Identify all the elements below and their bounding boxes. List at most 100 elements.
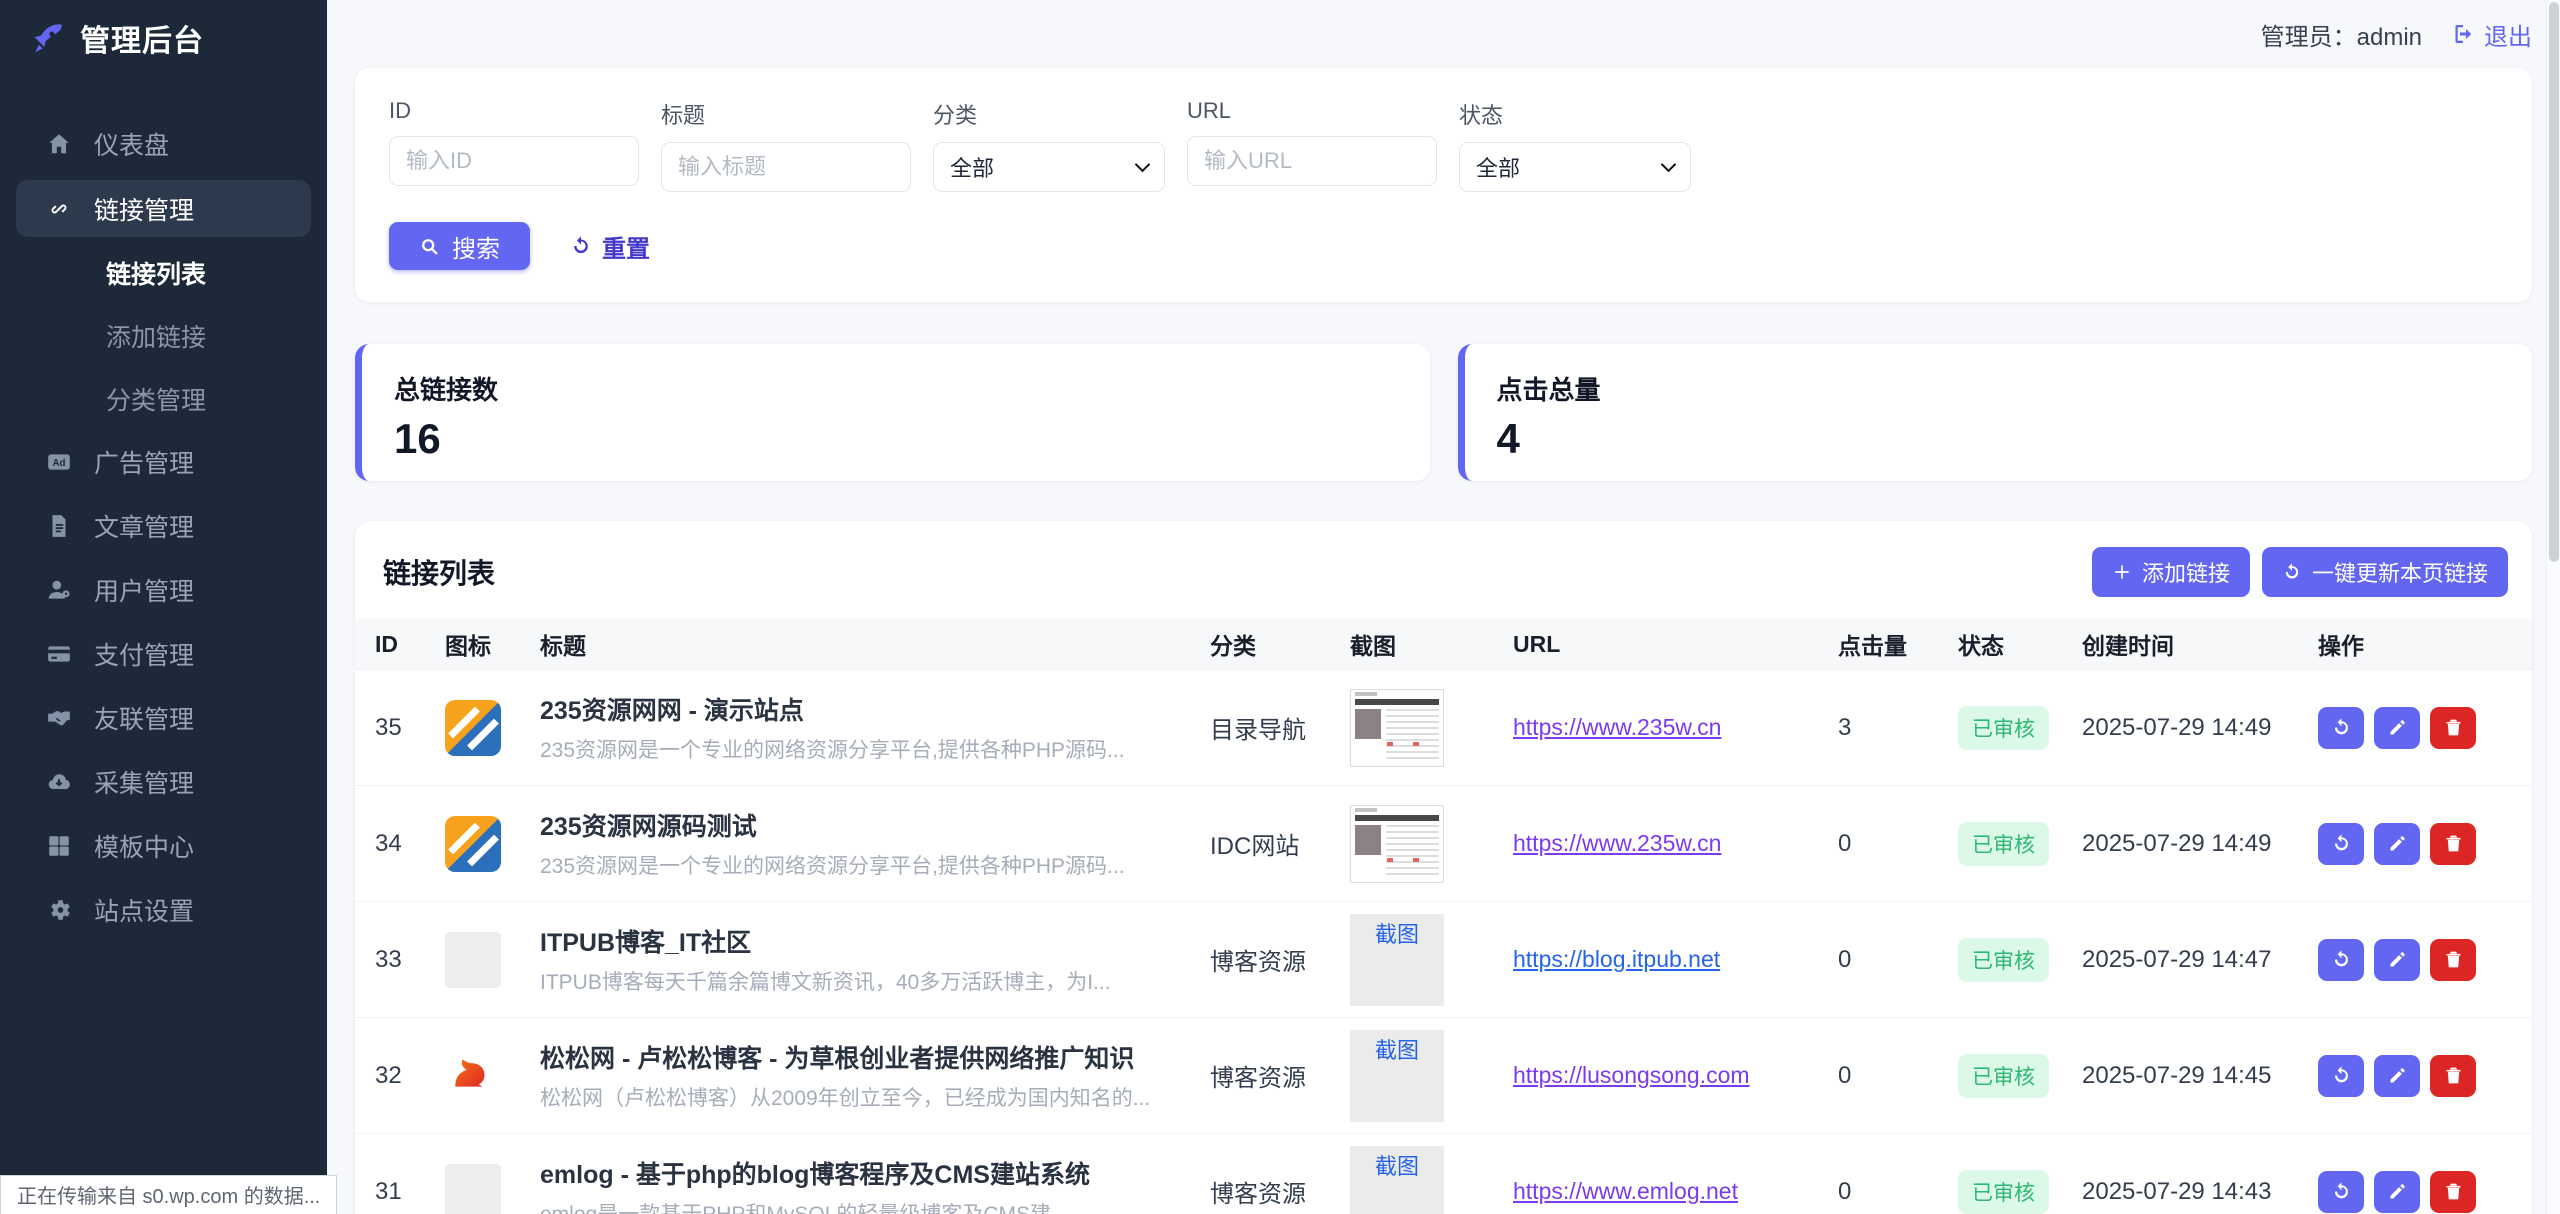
add-link-label: 添加链接 [2142,556,2230,588]
sidebar-item-dashboard[interactable]: 仪表盘 [0,112,327,176]
filter-label-category: 分类 [933,98,1165,130]
cell-clicks: 0 [1838,830,1958,858]
filter-label-url: URL [1187,98,1437,124]
sidebar-item-label: 采集管理 [94,764,194,800]
sidebar-item-payment-management[interactable]: 支付管理 [0,622,327,686]
sidebar-subitem-link-list[interactable]: 链接列表 [0,241,327,304]
edit-link-button[interactable] [2374,823,2420,865]
search-button[interactable]: 搜索 [389,222,530,270]
sidebar-item-link-management[interactable]: 链接管理 [16,180,311,237]
sidebar-item-friendlink-management[interactable]: 友联管理 [0,686,327,750]
link-description: 235资源网是一个专业的网络资源分享平台,提供各种PHP源码... [540,734,1210,764]
link-url[interactable]: https://www.235w.cn [1513,714,1721,740]
column-header-icon: 图标 [445,627,540,661]
status-badge: 已审核 [1958,1054,2049,1098]
sidebar-item-site-settings[interactable]: 站点设置 [0,878,327,942]
stat-label: 点击总量 [1497,370,2533,407]
topbar: 管理员：admin 退出 [355,0,2532,68]
refresh-link-button[interactable] [2318,707,2364,749]
refresh-link-button[interactable] [2318,939,2364,981]
delete-link-button[interactable] [2430,939,2476,981]
sidebar-item-user-management[interactable]: 用户管理 [0,558,327,622]
screenshot-thumbnail[interactable] [1350,689,1444,767]
title-input[interactable] [661,142,911,192]
delete-link-button[interactable] [2430,1171,2476,1213]
refresh-icon [2331,949,2352,970]
status-badge: 已审核 [1958,938,2049,982]
stat-card-total-links: 总链接数 16 [355,344,1430,481]
cell-clicks: 3 [1838,714,1958,742]
stats-row: 总链接数 16 点击总量 4 [355,344,2532,481]
sidebar: 管理后台 仪表盘 链接管理 链接列表 添加链接 分类管理 广告管理 [0,0,327,1214]
sidebar-item-article-management[interactable]: 文章管理 [0,494,327,558]
category-select-value: 全部 [950,151,994,183]
status-select[interactable]: 全部 [1459,142,1691,192]
cell-id: 33 [375,946,445,974]
link-url[interactable]: https://blog.itpub.net [1513,946,1720,972]
column-header-clicks: 点击量 [1838,627,1958,661]
link-list-panel: 链接列表 添加链接 一键更新本页链接 ID 图标 [355,521,2532,1214]
chevron-down-icon [1135,156,1151,172]
refresh-icon [2331,1065,2352,1086]
filter-field-id: ID [389,98,639,192]
sidebar-item-template-center[interactable]: 模板中心 [0,814,327,878]
cell-category: 目录导航 [1210,710,1350,745]
edit-link-button[interactable] [2374,707,2420,749]
sidebar-subitem-category-management[interactable]: 分类管理 [0,367,327,430]
logout-link[interactable]: 退出 [2452,17,2532,52]
admin-info: 管理员：admin [2261,17,2422,52]
site-favicon [445,1047,499,1097]
link-url[interactable]: https://lusongsong.com [1513,1062,1750,1088]
sidebar-subitem-label: 分类管理 [106,381,206,417]
delete-link-button[interactable] [2430,1055,2476,1097]
scrollbar-thumb[interactable] [2549,2,2559,562]
reset-button[interactable]: 重置 [570,229,650,264]
logout-label: 退出 [2484,17,2532,52]
admin-name: admin [2357,24,2422,51]
delete-link-button[interactable] [2430,707,2476,749]
sidebar-item-ad-management[interactable]: 广告管理 [0,430,327,494]
edit-link-button[interactable] [2374,939,2420,981]
sidebar-item-label: 用户管理 [94,572,194,608]
refresh-link-button[interactable] [2318,1055,2364,1097]
filter-label-id: ID [389,98,639,124]
filter-label-status: 状态 [1459,98,1691,130]
refresh-link-button[interactable] [2318,1171,2364,1213]
refresh-link-button[interactable] [2318,823,2364,865]
app-logo: 管理后台 [0,0,327,60]
edit-link-button[interactable] [2374,1171,2420,1213]
trash-icon [2443,1181,2464,1202]
sidebar-subitem-label: 添加链接 [106,318,206,354]
sidebar-subitem-add-link[interactable]: 添加链接 [0,304,327,367]
sidebar-item-label: 文章管理 [94,508,194,544]
sidebar-nav: 仪表盘 链接管理 链接列表 添加链接 分类管理 广告管理 文章管理 [0,60,327,942]
update-page-links-button[interactable]: 一键更新本页链接 [2262,547,2508,597]
trash-icon [2443,717,2464,738]
link-url[interactable]: https://www.emlog.net [1513,1178,1738,1204]
url-input[interactable] [1187,136,1437,186]
chevron-down-icon [1661,156,1677,172]
add-link-button[interactable]: 添加链接 [2092,547,2250,597]
rocket-icon [30,20,66,56]
edit-link-button[interactable] [2374,1055,2420,1097]
table-row: 34 235资源网源码测试 235资源网是一个专业的网络资源分享平台,提供各种P… [355,785,2532,901]
category-select[interactable]: 全部 [933,142,1165,192]
sidebar-item-label: 链接管理 [94,191,194,227]
screenshot-thumbnail[interactable] [1350,805,1444,883]
cell-category: 博客资源 [1210,1058,1350,1093]
id-input[interactable] [389,136,639,186]
refresh-icon [2331,717,2352,738]
delete-link-button[interactable] [2430,823,2476,865]
cell-id: 35 [375,714,445,742]
link-title: emlog - 基于php的blog博客程序及CMS建站系统 [540,1155,1210,1191]
filter-field-title: 标题 [661,98,911,192]
refresh-icon [2331,833,2352,854]
trash-icon [2443,1065,2464,1086]
column-header-title: 标题 [540,627,1210,661]
search-button-label: 搜索 [452,229,500,264]
page-scrollbar[interactable] [2546,0,2560,1214]
column-header-status: 状态 [1958,627,2082,661]
admin-label: 管理员： [2261,24,2357,51]
link-url[interactable]: https://www.235w.cn [1513,830,1721,856]
sidebar-item-collect-management[interactable]: 采集管理 [0,750,327,814]
